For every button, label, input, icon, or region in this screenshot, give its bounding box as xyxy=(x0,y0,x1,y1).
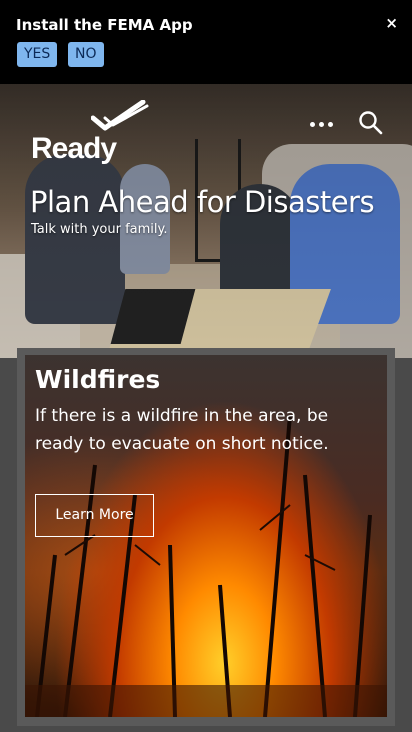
learn-more-button[interactable]: Learn More xyxy=(35,494,154,537)
card-title: Wildfires xyxy=(35,365,161,394)
hero-title: Plan Ahead for Disasters xyxy=(30,185,375,219)
install-no-button[interactable]: NO xyxy=(68,42,104,67)
wildfires-card: Wildfires If there is a wildfire in the … xyxy=(25,355,387,717)
banner-title: Install the FEMA App xyxy=(16,16,193,34)
install-yes-button[interactable]: YES xyxy=(17,42,58,67)
close-icon[interactable]: × xyxy=(385,14,398,32)
search-icon[interactable] xyxy=(358,110,384,136)
logo-text: Ready xyxy=(31,132,117,165)
hero-subtitle: Talk with your family. xyxy=(31,222,168,237)
ready-logo[interactable]: Ready xyxy=(31,100,151,167)
app-install-banner: Install the FEMA App × YES NO xyxy=(0,0,412,84)
more-horizontal-icon[interactable] xyxy=(310,120,336,130)
card-text: If there is a wildfire in the area, be r… xyxy=(35,406,329,454)
checkmark-icon xyxy=(91,100,149,131)
